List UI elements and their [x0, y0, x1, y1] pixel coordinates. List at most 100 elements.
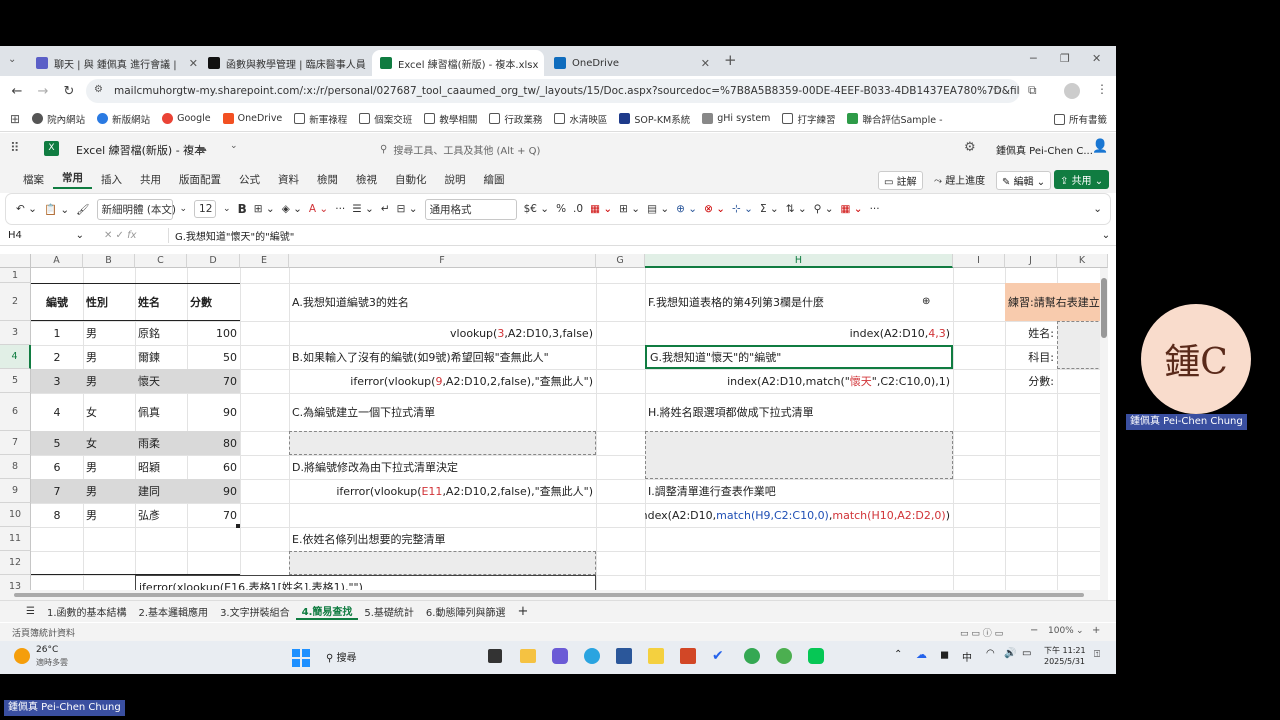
percent-icon[interactable]: %: [556, 203, 566, 215]
table-cell[interactable]: 男: [83, 479, 135, 503]
table-cell[interactable]: 90: [187, 393, 240, 431]
sheet-tab[interactable]: 2.基本邏輯應用: [133, 604, 215, 619]
bold-icon[interactable]: B: [238, 202, 247, 216]
tray-chevron-icon[interactable]: ⌃: [894, 649, 902, 660]
back-icon[interactable]: ←: [4, 84, 30, 99]
table-header-cell[interactable]: 性別: [83, 283, 135, 321]
restore-icon[interactable]: ❐: [1060, 52, 1070, 65]
f-cell[interactable]: C.為編號建立一個下拉式清單: [289, 393, 596, 431]
f-formula-cell[interactable]: iferror(vlookup(9 ,A2:D10,2,false),"查無此人"…: [289, 369, 596, 393]
wifi-icon[interactable]: ◠: [986, 648, 995, 659]
bookmark-item[interactable]: 聯合評估Sample -: [847, 112, 943, 126]
bookmark-item[interactable]: 院內網站: [32, 112, 85, 126]
tab-home[interactable]: 常用: [53, 170, 92, 189]
apps-icon[interactable]: ⊞: [10, 112, 20, 126]
clipboard-icon[interactable]: 📋 ⌄: [44, 203, 69, 216]
browser-tab-onedrive[interactable]: OneDrive ✕: [546, 50, 718, 76]
h-formula-cell[interactable]: index(A2:D10, 4,3): [645, 321, 953, 345]
todo-icon[interactable]: ✔: [712, 648, 728, 664]
sheet-tab[interactable]: 6.動態陣列與篩選: [420, 604, 512, 619]
number-format-select[interactable]: 通用格式: [424, 198, 517, 220]
table-cell[interactable]: 6: [31, 455, 83, 479]
bookmark-item[interactable]: 新版網站: [97, 112, 150, 126]
line-icon[interactable]: [808, 648, 824, 664]
chevron-down-icon[interactable]: ⌄: [223, 204, 231, 214]
browser-tab-excel[interactable]: Excel 練習檔(新版) - 複本.xlsx ✕: [372, 50, 544, 76]
copilot-icon[interactable]: [552, 648, 568, 664]
weather-icon[interactable]: [14, 648, 30, 664]
row-header[interactable]: 2: [0, 283, 31, 321]
xlookup-formula-cell[interactable]: iferror(xlookup(E16,表格1[姓名],表格1),""): [135, 575, 596, 590]
tab-automate[interactable]: 自動化: [386, 172, 436, 187]
comments-button[interactable]: ▭ 註解: [878, 171, 923, 190]
formula-actions[interactable]: ✕ ✓ fx: [90, 230, 168, 241]
row-header[interactable]: 9: [0, 479, 31, 503]
find-icon[interactable]: ⚲ ⌄: [814, 203, 834, 215]
bookmark-item[interactable]: 水清映區: [554, 112, 607, 126]
f-cell[interactable]: E.依姓名條列出想要的完整清單: [289, 527, 596, 551]
search-box[interactable]: ⚲ 搜尋工具、工具及其他 (Alt + Q): [380, 140, 580, 158]
editing-mode-button[interactable]: ✎ 編輯 ⌄: [996, 171, 1052, 190]
horizontal-scrollbar[interactable]: [0, 590, 1108, 600]
font-name-select[interactable]: 新細明體 (本文): [96, 198, 176, 220]
conditional-format-icon[interactable]: ▦ ⌄: [590, 203, 612, 215]
tab-search-icon[interactable]: ⌄: [8, 54, 16, 65]
column-header[interactable]: A: [31, 254, 83, 268]
bookmark-item[interactable]: SOP-KM系統: [619, 112, 690, 126]
vertical-scrollbar[interactable]: [1100, 268, 1108, 590]
table-cell[interactable]: 90: [187, 479, 240, 503]
table-cell[interactable]: 男: [83, 455, 135, 479]
table-cell[interactable]: 男: [83, 321, 135, 345]
battery-icon[interactable]: ▭: [1022, 648, 1031, 659]
status-text[interactable]: 活頁簿統計資料: [12, 626, 75, 639]
row-header[interactable]: 3: [0, 321, 31, 345]
bookmark-item[interactable]: 打字練習: [782, 112, 835, 126]
weather-temp[interactable]: 26°C: [36, 645, 58, 655]
tab-draw[interactable]: 繪圖: [475, 172, 514, 187]
zoom-level[interactable]: 100%: [1048, 626, 1074, 636]
tab-view[interactable]: 檢視: [347, 172, 386, 187]
all-bookmarks[interactable]: 所有書籤: [1054, 112, 1107, 126]
column-header[interactable]: E: [240, 254, 289, 268]
table-cell[interactable]: 男: [83, 369, 135, 393]
table-cell[interactable]: 7: [31, 479, 83, 503]
table-cell[interactable]: 女: [83, 393, 135, 431]
bookmark-star-icon[interactable]: ☆: [992, 83, 1003, 97]
row-header[interactable]: 12: [0, 551, 31, 575]
ime-indicator[interactable]: 中: [962, 649, 972, 664]
table-cell[interactable]: 昭穎: [135, 455, 187, 479]
expand-formula-icon[interactable]: ⌄: [1096, 230, 1116, 241]
table-cell[interactable]: 女: [83, 431, 135, 455]
clock-time[interactable]: 下午 11:21: [1044, 645, 1086, 656]
column-header[interactable]: I: [953, 254, 1005, 268]
wrap-text-icon[interactable]: ↵: [381, 203, 390, 215]
zoom-in-icon[interactable]: +: [1092, 625, 1100, 636]
notifications-icon[interactable]: ⍐: [1094, 649, 1100, 660]
practice-label[interactable]: 科目:: [1005, 345, 1057, 369]
row-header[interactable]: 13: [0, 575, 31, 590]
format-cells-icon[interactable]: ⊹ ⌄: [732, 203, 753, 215]
border-icon[interactable]: ⊞ ⌄: [254, 203, 275, 215]
chrome-icon[interactable]: [744, 648, 760, 664]
more-icon[interactable]: ···: [335, 203, 345, 215]
settings-gear-icon[interactable]: ⚙: [964, 140, 976, 155]
user-name[interactable]: 鍾佩真 Pei-Chen C...: [996, 142, 1093, 157]
chevron-down-icon[interactable]: ⌄: [230, 141, 238, 151]
format-painter-icon[interactable]: 🖌: [76, 203, 89, 216]
scrollbar-thumb[interactable]: [14, 593, 1084, 597]
name-box[interactable]: H4 ⌄: [0, 230, 90, 241]
h-cell-selected[interactable]: G.我想知道"懷天"的"編號": [645, 345, 953, 369]
all-sheets-icon[interactable]: ☰: [20, 606, 41, 617]
tab-help[interactable]: 說明: [436, 172, 475, 187]
column-header[interactable]: F: [289, 254, 596, 268]
formula-input[interactable]: G.我想知道"懷天"的"編號": [168, 228, 1096, 243]
menu-icon[interactable]: ⋮: [1096, 82, 1108, 96]
merge-icon[interactable]: ⊟ ⌄: [397, 203, 418, 215]
ribbon-collapse-icon[interactable]: ⌄: [1093, 203, 1102, 215]
row-header[interactable]: 8: [0, 455, 31, 479]
table-cell[interactable]: 男: [83, 503, 135, 527]
list-placeholder-box[interactable]: [289, 551, 596, 575]
table-cell[interactable]: 男: [83, 345, 135, 369]
delete-cells-icon[interactable]: ⊗ ⌄: [704, 203, 725, 215]
site-info-icon[interactable]: ⚙: [94, 84, 103, 95]
